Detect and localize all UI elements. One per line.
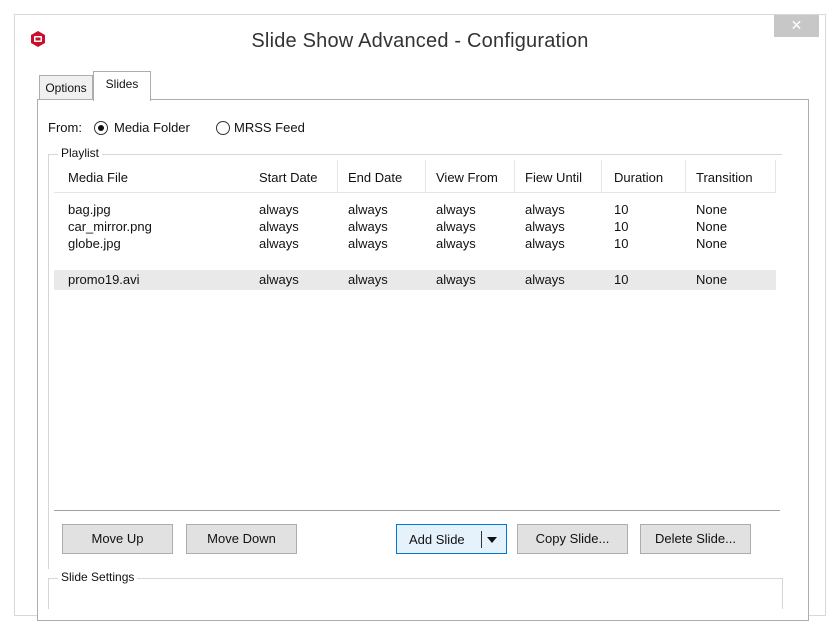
cell-view-from: always bbox=[436, 219, 476, 234]
column-duration[interactable]: Duration bbox=[614, 170, 663, 185]
chevron-down-icon[interactable] bbox=[487, 537, 497, 543]
tab-slides[interactable]: Slides bbox=[93, 71, 151, 101]
slide-settings-legend: Slide Settings bbox=[58, 570, 138, 584]
column-separator bbox=[685, 160, 686, 192]
cell-start-date: always bbox=[259, 202, 299, 217]
window-title: Slide Show Advanced - Configuration bbox=[251, 30, 589, 52]
cell-view-from: always bbox=[436, 272, 476, 287]
cell-view-until: always bbox=[525, 272, 565, 287]
column-separator bbox=[601, 160, 602, 192]
media-folder-label[interactable]: Media Folder bbox=[114, 120, 190, 135]
mrss-feed-radio[interactable] bbox=[216, 121, 230, 135]
cell-view-from: always bbox=[436, 202, 476, 217]
cell-view-until: always bbox=[525, 236, 565, 251]
column-separator bbox=[337, 160, 338, 192]
cell-media-file: globe.jpg bbox=[68, 236, 121, 251]
table-row[interactable]: car_mirror.png always always always alwa… bbox=[54, 218, 776, 235]
slide-settings-group bbox=[48, 578, 783, 609]
cell-view-from: always bbox=[436, 236, 476, 251]
playlist-legend: Playlist bbox=[58, 146, 103, 160]
cell-media-file: car_mirror.png bbox=[68, 219, 152, 234]
add-slide-label: Add Slide bbox=[409, 532, 465, 547]
from-label: From: bbox=[48, 120, 82, 135]
cell-transition: None bbox=[696, 219, 728, 234]
playlist-divider bbox=[54, 510, 780, 511]
cell-start-date: always bbox=[259, 236, 299, 251]
move-down-button[interactable]: Move Down bbox=[186, 524, 297, 554]
close-button[interactable]: ✕ bbox=[774, 15, 819, 37]
cell-duration: 10 bbox=[614, 236, 629, 251]
cell-duration: 10 bbox=[614, 219, 629, 234]
delete-slide-button[interactable]: Delete Slide... bbox=[640, 524, 751, 554]
cell-media-file: promo19.avi bbox=[68, 272, 140, 287]
cell-start-date: always bbox=[259, 219, 299, 234]
column-start-date[interactable]: Start Date bbox=[259, 170, 318, 185]
cell-transition: None bbox=[696, 202, 728, 217]
add-slide-button[interactable]: Add Slide bbox=[396, 524, 507, 554]
cell-end-date: always bbox=[348, 272, 388, 287]
column-separator bbox=[775, 160, 776, 192]
copy-slide-button[interactable]: Copy Slide... bbox=[517, 524, 628, 554]
playlist-header: Media File Start Date End Date View From… bbox=[54, 160, 776, 193]
radio-selected-dot bbox=[98, 125, 104, 131]
cell-view-until: always bbox=[525, 202, 565, 217]
table-row[interactable]: bag.jpg always always always always 10 N… bbox=[54, 201, 776, 218]
source-selector: From: Media Folder MRSS Feed bbox=[48, 120, 368, 138]
tab-options[interactable]: Options bbox=[39, 75, 93, 100]
mrss-feed-label[interactable]: MRSS Feed bbox=[234, 120, 305, 135]
split-separator bbox=[481, 531, 482, 548]
column-end-date[interactable]: End Date bbox=[348, 170, 402, 185]
column-fiew-until[interactable]: Fiew Until bbox=[525, 170, 582, 185]
column-media-file[interactable]: Media File bbox=[68, 170, 128, 185]
move-up-button[interactable]: Move Up bbox=[62, 524, 173, 554]
column-transition[interactable]: Transition bbox=[696, 170, 753, 185]
cell-media-file: bag.jpg bbox=[68, 202, 111, 217]
cell-end-date: always bbox=[348, 219, 388, 234]
title-bar: Slide Show Advanced - Configuration ✕ bbox=[15, 15, 825, 67]
column-view-from[interactable]: View From bbox=[436, 170, 498, 185]
cell-end-date: always bbox=[348, 202, 388, 217]
cell-transition: None bbox=[696, 236, 728, 251]
cell-duration: 10 bbox=[614, 272, 629, 287]
media-folder-radio[interactable] bbox=[94, 121, 108, 135]
cell-duration: 10 bbox=[614, 202, 629, 217]
column-separator bbox=[425, 160, 426, 192]
cell-view-until: always bbox=[525, 219, 565, 234]
column-separator bbox=[514, 160, 515, 192]
cell-start-date: always bbox=[259, 272, 299, 287]
table-row[interactable]: globe.jpg always always always always 10… bbox=[54, 235, 776, 252]
table-row-selected[interactable]: promo19.avi always always always always … bbox=[54, 270, 776, 290]
cell-transition: None bbox=[696, 272, 728, 287]
cell-end-date: always bbox=[348, 236, 388, 251]
